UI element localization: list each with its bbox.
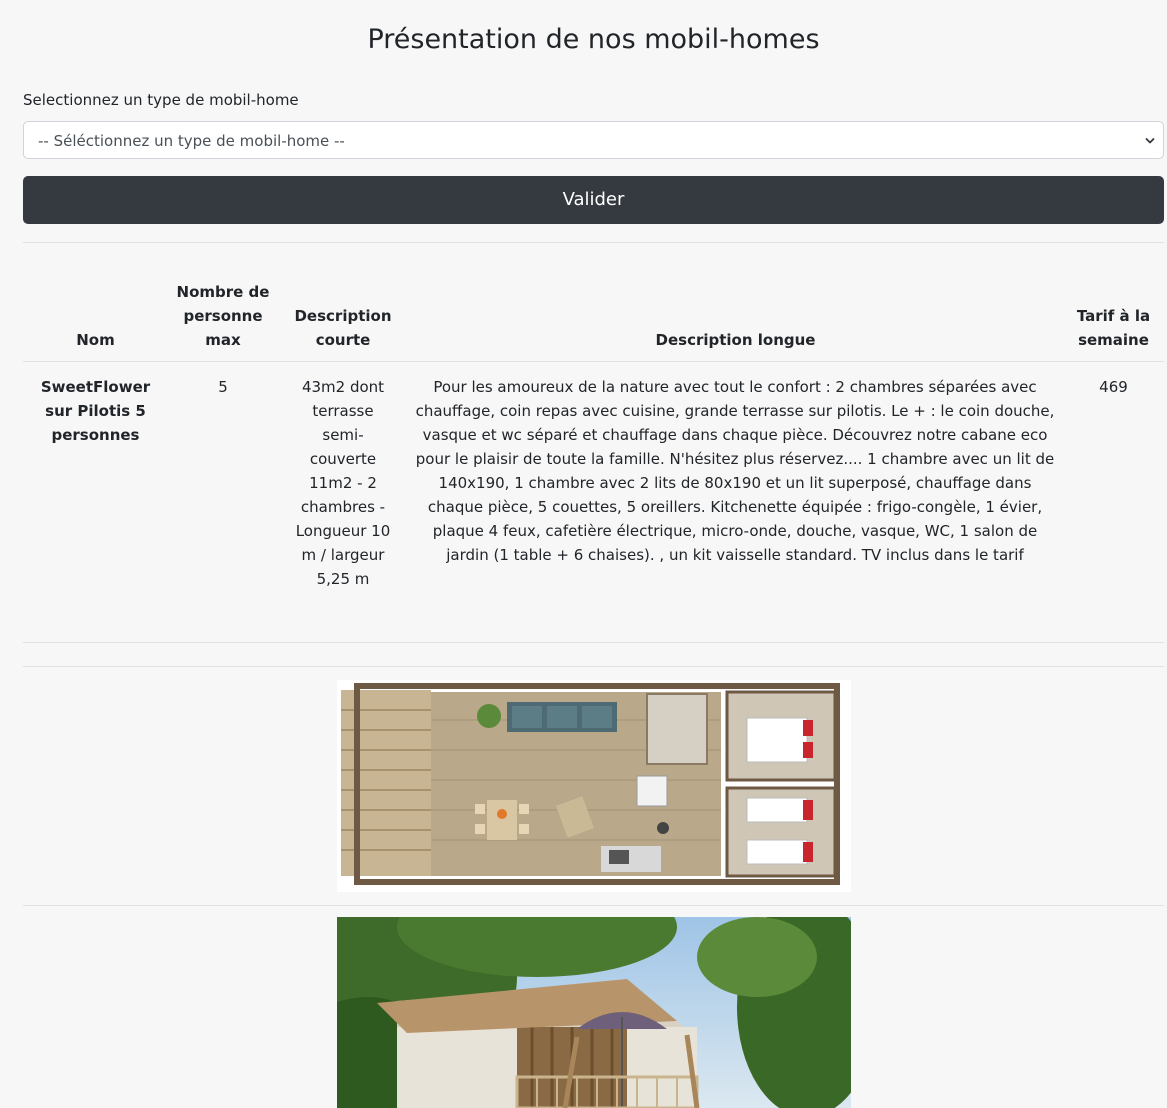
header-desc-longue: Description longue	[655, 331, 816, 349]
select-label: Selectionnez un type de mobil-home	[23, 91, 299, 109]
page-title: Présentation de nos mobil-homes	[367, 24, 820, 55]
row-divider	[23, 642, 1164, 643]
submit-button[interactable]: Valider	[23, 176, 1164, 224]
cell-tarif: 469	[1099, 378, 1128, 396]
mobilhome-type-select[interactable]: -- Séléctionnez un type de mobil-home --	[23, 121, 1164, 159]
header-desc-courte: Description courte	[278, 258, 408, 352]
header-divider	[23, 361, 1164, 362]
exterior-photo-drawing	[337, 917, 851, 1108]
section-divider	[23, 666, 1164, 667]
floor-plan-image	[337, 680, 851, 892]
cell-personnes: 5	[218, 378, 228, 396]
cell-desc-longue: Pour les amoureux de la nature avec tout…	[415, 378, 1055, 564]
header-desc-courte-text: Description courte	[294, 307, 392, 349]
chevron-down-icon	[1145, 138, 1155, 144]
header-nom: Nom	[76, 331, 115, 349]
header-personnes: Nombre de personne max	[168, 258, 278, 352]
cell-desc-courte: 43m2 dont terrasse semi-couverte 11m2 - …	[295, 378, 391, 588]
cell-nom: SweetFlower sur Pilotis 5 personnes	[40, 378, 151, 444]
divider	[23, 242, 1164, 243]
header-tarif: Tarif à la semaine	[1063, 258, 1164, 352]
header-personnes-text: Nombre de personne max	[176, 283, 270, 349]
exterior-photo	[337, 917, 851, 1108]
floor-plan-drawing	[337, 680, 851, 892]
select-current-value: -- Séléctionnez un type de mobil-home --	[38, 132, 345, 150]
image-divider	[23, 905, 1164, 906]
header-tarif-text: Tarif à la semaine	[1076, 307, 1151, 349]
